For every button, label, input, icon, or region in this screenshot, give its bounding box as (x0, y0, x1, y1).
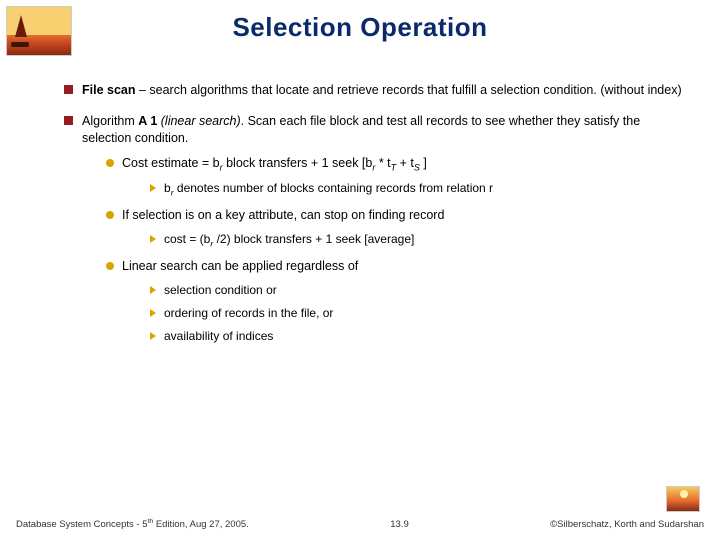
text: availability of indices (164, 329, 273, 343)
text: b (164, 181, 171, 195)
text: Linear search can be applied regardless … (122, 259, 358, 273)
text: denotes number of blocks containing reco… (174, 181, 494, 195)
text: – search algorithms that locate and retr… (136, 83, 682, 97)
bullet-file-scan: File scan – search algorithms that locat… (64, 82, 690, 99)
text: If selection is on a key attribute, can … (122, 208, 444, 222)
italic-text: (linear search) (161, 114, 241, 128)
sub-bullet-linear-regardless: Linear search can be applied regardless … (106, 258, 690, 344)
logo-top-image (6, 6, 72, 56)
subsub-bullet-br-denotes: br denotes number of blocks containing r… (150, 180, 690, 199)
subsub-bullet-availability: availability of indices (150, 328, 690, 344)
bullet-algorithm-a1: Algorithm A 1 (linear search). Scan each… (64, 113, 690, 345)
sub-bullet-key-attribute: If selection is on a key attribute, can … (106, 207, 690, 250)
text: block transfers + 1 seek [b (223, 156, 373, 170)
text: Algorithm (82, 114, 138, 128)
subsub-bullet-cost-half: cost = (br /2) block transfers + 1 seek … (150, 231, 690, 250)
text: cost = (b (164, 232, 210, 246)
sub-bullet-cost-estimate: Cost estimate = br block transfers + 1 s… (106, 155, 690, 200)
text: /2) block transfers + 1 seek [average] (213, 232, 414, 246)
footer: Database System Concepts - 5th Edition, … (0, 518, 720, 530)
slide-title: Selection Operation (0, 0, 720, 43)
text: Database System Concepts - 5 (16, 519, 147, 530)
subsub-bullet-ordering: ordering of records in the file, or (150, 305, 690, 321)
text: ordering of records in the file, or (164, 306, 333, 320)
footer-page-number: 13.9 (390, 519, 409, 530)
logo-bottom-image (666, 486, 700, 512)
bold-text: A 1 (138, 114, 160, 128)
slide-body: File scan – search algorithms that locat… (64, 82, 690, 359)
text: selection condition or (164, 283, 277, 297)
footer-copyright: ©Silberschatz, Korth and Sudarshan (550, 519, 704, 530)
text: + t (396, 156, 414, 170)
bold-text: File scan (82, 83, 136, 97)
text: Edition, Aug 27, 2005. (153, 519, 249, 530)
text: Cost estimate = b (122, 156, 220, 170)
text: ] (420, 156, 427, 170)
footer-left: Database System Concepts - 5th Edition, … (16, 518, 249, 530)
subsub-bullet-selection-condition: selection condition or (150, 282, 690, 298)
text: * t (375, 156, 390, 170)
